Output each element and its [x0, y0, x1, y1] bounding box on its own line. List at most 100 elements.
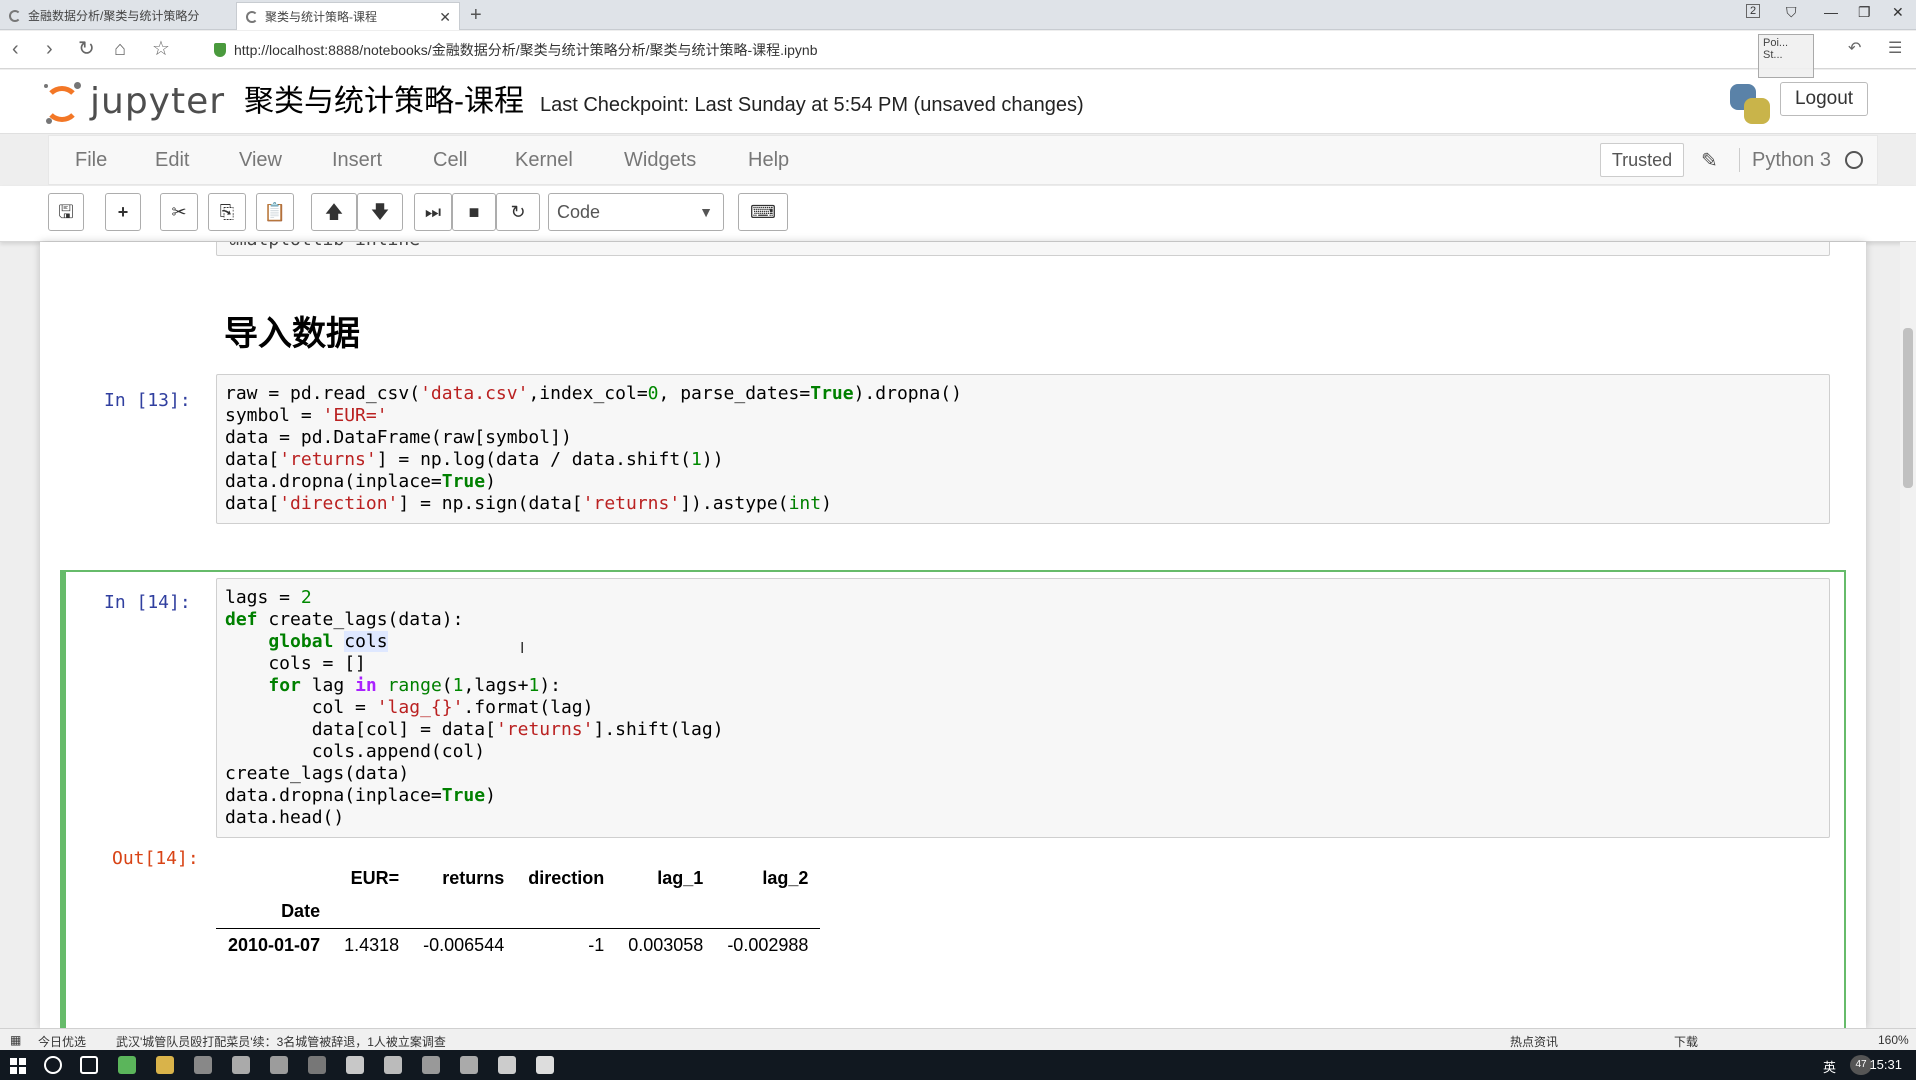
- floating-overlay[interactable]: Poi... St...: [1758, 34, 1814, 78]
- run-icon: ⏭: [424, 202, 442, 222]
- windows-start-icon[interactable]: [10, 1058, 26, 1074]
- restore-icon[interactable]: ❐: [1858, 4, 1871, 21]
- zoom-level[interactable]: 160%: [1878, 1033, 1909, 1047]
- folder-app-icon[interactable]: [156, 1056, 174, 1074]
- address-bar-row: ‹ › ↻ ⌂ ☆ http://localhost:8888/notebook…: [0, 31, 1916, 69]
- menu-insert[interactable]: Insert: [332, 148, 382, 172]
- logout-button[interactable]: Logout: [1780, 82, 1868, 116]
- stop-button[interactable]: ■: [452, 193, 496, 231]
- table-index-header: [216, 862, 332, 895]
- code-input-area[interactable]: raw = pd.read_csv('data.csv',index_col=0…: [216, 374, 1830, 524]
- app-icon[interactable]: [422, 1056, 440, 1074]
- text-cursor-icon: I: [520, 640, 525, 657]
- code-line: data['returns'] = np.log(data / data.shi…: [225, 449, 724, 470]
- page-scrollbar[interactable]: [1900, 242, 1916, 1028]
- code-line: cols = []: [225, 653, 366, 674]
- url-field[interactable]: http://localhost:8888/notebooks/金融数据分析/聚…: [210, 37, 1710, 63]
- add-cell-icon: +: [117, 202, 129, 222]
- code-line: global cols: [268, 631, 388, 652]
- previous-code-cell[interactable]: %matplotlib inline: [216, 242, 1830, 256]
- app-icon[interactable]: [270, 1056, 288, 1074]
- new-tab-icon[interactable]: +: [470, 2, 482, 28]
- app-icon[interactable]: [498, 1056, 516, 1074]
- scrollbar-thumb[interactable]: [1903, 328, 1913, 488]
- cell-type-select[interactable]: Code ▼: [548, 193, 724, 231]
- status-news-link[interactable]: 武汉'城管队员殴打配菜员'续：3名城管被辞退，1人被立案调查: [116, 1033, 446, 1050]
- app-icon[interactable]: [384, 1056, 402, 1074]
- menu-cell[interactable]: Cell: [433, 148, 467, 172]
- forward-icon[interactable]: ›: [46, 38, 53, 60]
- shirt-icon[interactable]: ⛉: [1786, 4, 1797, 21]
- browser-tab-label: 金融数据分析/聚类与统计策略分: [28, 9, 200, 23]
- notebook-container: %matplotlib inline 导入数据 In [13]: raw = p…: [40, 242, 1866, 1028]
- jupyter-logo-text: jupyter: [90, 81, 226, 122]
- add-cell-button[interactable]: +: [105, 193, 141, 231]
- status-downloads[interactable]: 下载: [1674, 1033, 1698, 1050]
- menu-file[interactable]: File: [75, 148, 107, 172]
- code-cell-13[interactable]: In [13]: raw = pd.read_csv('data.csv',in…: [60, 374, 1846, 528]
- search-icon[interactable]: [44, 1056, 62, 1074]
- code-line: lags = 2: [225, 587, 312, 608]
- reload-icon[interactable]: ↻: [78, 38, 95, 60]
- app-icon[interactable]: [232, 1056, 250, 1074]
- code-line: create_lags(data): [225, 763, 410, 784]
- move-down-button[interactable]: 🡇: [357, 193, 403, 231]
- back-icon[interactable]: ‹: [12, 38, 19, 60]
- close-window-icon[interactable]: ✕: [1892, 4, 1904, 21]
- tab-count-badge[interactable]: 2: [1746, 4, 1761, 18]
- task-view-icon[interactable]: [80, 1056, 98, 1074]
- code-line: data[col] = data['returns'].shift(lag): [225, 719, 724, 740]
- browser-app-icon[interactable]: [118, 1056, 136, 1074]
- edit-pencil-icon[interactable]: ✎: [1701, 148, 1718, 173]
- status-hot-news[interactable]: 热点资讯: [1510, 1033, 1558, 1050]
- menu-kernel[interactable]: Kernel: [515, 148, 573, 172]
- notebook-title[interactable]: 聚类与统计策略-课程: [244, 84, 524, 120]
- code-cell-14[interactable]: In [14]: lags = 2 def create_lags(data):…: [60, 570, 1846, 1028]
- restart-button[interactable]: ↻: [496, 193, 540, 231]
- home-icon[interactable]: ⌂: [114, 38, 126, 60]
- copy-button[interactable]: ⎘: [208, 193, 246, 231]
- logo-dot: [74, 82, 81, 89]
- menu-icon[interactable]: ☰: [1888, 38, 1902, 60]
- trusted-indicator[interactable]: Trusted: [1600, 143, 1684, 177]
- code-line: raw = pd.read_csv('data.csv',index_col=0…: [225, 383, 962, 404]
- menu-view[interactable]: View: [239, 148, 282, 172]
- move-up-button[interactable]: 🡅: [311, 193, 357, 231]
- minimize-icon[interactable]: —: [1824, 4, 1838, 20]
- bookmark-star-icon[interactable]: ☆: [152, 38, 170, 60]
- menu-widgets[interactable]: Widgets: [624, 148, 696, 172]
- move-down-icon: 🡇: [370, 202, 390, 222]
- browser-tab-notebook[interactable]: 聚类与统计策略-课程 ✕: [236, 2, 460, 30]
- app-icon[interactable]: [536, 1056, 554, 1074]
- cell-type-value: Code: [557, 202, 601, 222]
- loading-icon: [246, 11, 258, 23]
- browser-tab-course-folder[interactable]: 金融数据分析/聚类与统计策略分: [0, 2, 234, 30]
- close-tab-icon[interactable]: ✕: [439, 3, 451, 30]
- browser-tab-bar: 金融数据分析/聚类与统计策略分 聚类与统计策略-课程 ✕ + 2 ⛉ — ❐ ✕: [0, 0, 1916, 30]
- paste-button[interactable]: 📋: [256, 193, 294, 231]
- input-language[interactable]: 英: [1823, 1057, 1836, 1076]
- menu-edit[interactable]: Edit: [155, 148, 189, 172]
- notebook-toolbar: 🖫 + ✂ ⎘ 📋 🡅 🡇 ⏭ ■ ↻ Code ▼ ⌨: [0, 186, 1916, 242]
- command-palette-button[interactable]: ⌨: [738, 193, 788, 231]
- app-icon[interactable]: [346, 1056, 364, 1074]
- menu-help[interactable]: Help: [748, 148, 789, 172]
- undo-icon[interactable]: ↶: [1848, 38, 1861, 60]
- code-input-area[interactable]: lags = 2 def create_lags(data): global c…: [216, 578, 1830, 838]
- grid-icon[interactable]: ▦: [10, 1033, 21, 1047]
- kernel-status-icon: [1845, 151, 1863, 169]
- app-icon[interactable]: [460, 1056, 478, 1074]
- taskbar-clock[interactable]: 15:31: [1869, 1057, 1902, 1072]
- table-cell: 1.4318: [344, 935, 400, 955]
- status-today-picks[interactable]: 今日优选: [38, 1033, 86, 1050]
- app-icon[interactable]: [308, 1056, 326, 1074]
- app-icon[interactable]: [194, 1056, 212, 1074]
- cut-button[interactable]: ✂: [160, 193, 198, 231]
- run-button[interactable]: ⏭: [414, 193, 452, 231]
- code-line: data['direction'] = np.sign(data['return…: [225, 493, 832, 514]
- chevron-down-icon: ▼: [699, 204, 713, 220]
- table-column-header: returns: [442, 868, 505, 888]
- save-button[interactable]: 🖫: [48, 193, 84, 231]
- url-text: http://localhost:8888/notebooks/金融数据分析/聚…: [234, 42, 818, 58]
- table-row: 2010-01-07 1.4318 -0.006544 -1 0.003058 …: [216, 928, 821, 963]
